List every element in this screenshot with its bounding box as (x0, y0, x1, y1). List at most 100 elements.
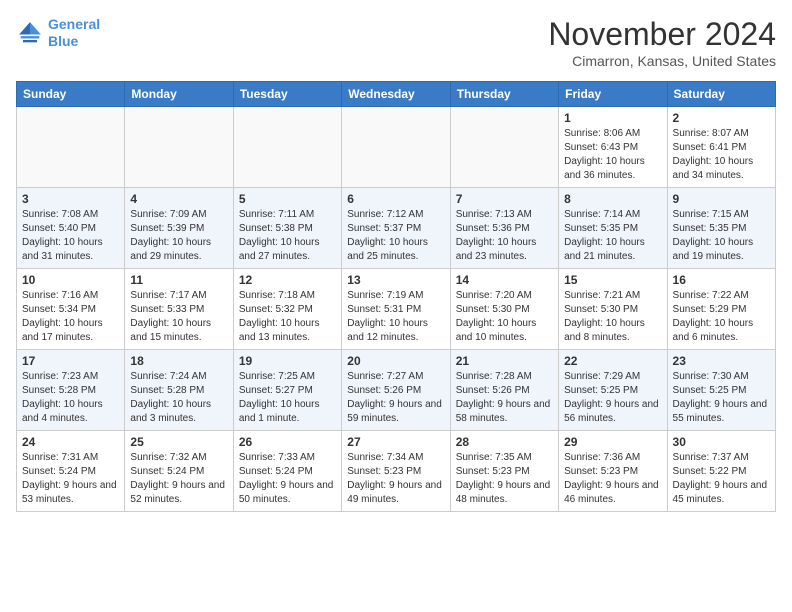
day-info: Sunrise: 7:19 AM Sunset: 5:31 PM Dayligh… (347, 289, 444, 345)
day-info: Sunrise: 7:13 AM Sunset: 5:36 PM Dayligh… (456, 208, 553, 264)
day-number: 5 (239, 192, 336, 206)
calendar-cell: 10Sunrise: 7:16 AM Sunset: 5:34 PM Dayli… (17, 269, 125, 350)
day-number: 17 (22, 354, 119, 368)
day-number: 24 (22, 435, 119, 449)
calendar-cell: 24Sunrise: 7:31 AM Sunset: 5:24 PM Dayli… (17, 431, 125, 512)
calendar-cell (125, 107, 233, 188)
calendar-cell: 17Sunrise: 7:23 AM Sunset: 5:28 PM Dayli… (17, 350, 125, 431)
calendar-cell: 25 Sunrise: 7:32 AM Sunset: 5:24 PM Dayli… (125, 431, 233, 512)
day-number: 13 (347, 273, 444, 287)
calendar-cell (450, 107, 558, 188)
calendar-cell: 9 Sunrise: 7:15 AM Sunset: 5:35 PM Daylig… (667, 188, 775, 269)
day-info: Sunrise: 7:08 AM Sunset: 5:40 PM Dayligh… (22, 208, 119, 264)
day-number: 28 (456, 435, 553, 449)
day-number: 30 (673, 435, 770, 449)
day-info: Sunrise: 7:37 AM Sunset: 5:22 PM Dayligh… (673, 451, 770, 507)
day-header-tuesday: Tuesday (233, 82, 341, 107)
day-info: Sunrise: 7:11 AM Sunset: 5:38 PM Dayligh… (239, 208, 336, 264)
calendar-cell: 20Sunrise: 7:27 AM Sunset: 5:26 PM Dayli… (342, 350, 450, 431)
day-info: Sunrise: 7:18 AM Sunset: 5:32 PM Dayligh… (239, 289, 336, 345)
day-number: 15 (564, 273, 661, 287)
calendar-cell: 18 Sunrise: 7:24 AM Sunset: 5:28 PM Dayli… (125, 350, 233, 431)
calendar-cell (17, 107, 125, 188)
day-info: Sunrise: 7:20 AM Sunset: 5:30 PM Dayligh… (456, 289, 553, 345)
calendar-cell: 16 Sunrise: 7:22 AM Sunset: 5:29 PM Dayli… (667, 269, 775, 350)
day-number: 4 (130, 192, 227, 206)
day-info: Sunrise: 7:15 AM Sunset: 5:35 PM Dayligh… (673, 208, 770, 264)
day-info: Sunrise: 7:30 AM Sunset: 5:25 PM Dayligh… (673, 370, 770, 426)
calendar-cell: 27 Sunrise: 7:34 AM Sunset: 5:23 PM Dayli… (342, 431, 450, 512)
day-number: 1 (564, 111, 661, 125)
calendar-cell: 8 Sunrise: 7:14 AM Sunset: 5:35 PM Daylig… (559, 188, 667, 269)
day-number: 18 (130, 354, 227, 368)
logo: General Blue (16, 16, 100, 50)
day-info: Sunrise: 7:36 AM Sunset: 5:23 PM Dayligh… (564, 451, 661, 507)
logo-general: General (48, 16, 100, 32)
calendar-cell: 29 Sunrise: 7:36 AM Sunset: 5:23 PM Dayli… (559, 431, 667, 512)
day-header-wednesday: Wednesday (342, 82, 450, 107)
day-info: Sunrise: 7:21 AM Sunset: 5:30 PM Dayligh… (564, 289, 661, 345)
day-number: 27 (347, 435, 444, 449)
day-number: 6 (347, 192, 444, 206)
day-info: Sunrise: 7:33 AM Sunset: 5:24 PM Dayligh… (239, 451, 336, 507)
calendar-cell: 4 Sunrise: 7:09 AM Sunset: 5:39 PM Daylig… (125, 188, 233, 269)
logo-icon (16, 19, 44, 47)
month-title: November 2024 (548, 16, 776, 53)
calendar-cell: 6Sunrise: 7:12 AM Sunset: 5:37 PM Daylig… (342, 188, 450, 269)
day-number: 11 (130, 273, 227, 287)
day-info: Sunrise: 7:17 AM Sunset: 5:33 PM Dayligh… (130, 289, 227, 345)
calendar-cell: 30 Sunrise: 7:37 AM Sunset: 5:22 PM Dayli… (667, 431, 775, 512)
week-row-1: 1Sunrise: 8:06 AM Sunset: 6:43 PM Daylig… (17, 107, 776, 188)
calendar-cell: 1Sunrise: 8:06 AM Sunset: 6:43 PM Daylig… (559, 107, 667, 188)
day-header-monday: Monday (125, 82, 233, 107)
calendar-cell: 12 Sunrise: 7:18 AM Sunset: 5:32 PM Dayli… (233, 269, 341, 350)
week-row-4: 17Sunrise: 7:23 AM Sunset: 5:28 PM Dayli… (17, 350, 776, 431)
logo-blue: Blue (48, 33, 78, 49)
day-number: 8 (564, 192, 661, 206)
location-text: Cimarron, Kansas, United States (548, 53, 776, 69)
day-info: Sunrise: 7:14 AM Sunset: 5:35 PM Dayligh… (564, 208, 661, 264)
day-info: Sunrise: 7:35 AM Sunset: 5:23 PM Dayligh… (456, 451, 553, 507)
day-number: 26 (239, 435, 336, 449)
day-info: Sunrise: 7:24 AM Sunset: 5:28 PM Dayligh… (130, 370, 227, 426)
day-info: Sunrise: 7:34 AM Sunset: 5:23 PM Dayligh… (347, 451, 444, 507)
day-number: 16 (673, 273, 770, 287)
day-info: Sunrise: 7:25 AM Sunset: 5:27 PM Dayligh… (239, 370, 336, 426)
day-header-friday: Friday (559, 82, 667, 107)
day-header-thursday: Thursday (450, 82, 558, 107)
logo-text: General Blue (48, 16, 100, 50)
day-number: 21 (456, 354, 553, 368)
day-header-saturday: Saturday (667, 82, 775, 107)
week-row-5: 24Sunrise: 7:31 AM Sunset: 5:24 PM Dayli… (17, 431, 776, 512)
calendar-cell: 28 Sunrise: 7:35 AM Sunset: 5:23 PM Dayli… (450, 431, 558, 512)
calendar-cell (233, 107, 341, 188)
day-number: 14 (456, 273, 553, 287)
day-number: 9 (673, 192, 770, 206)
day-info: Sunrise: 7:27 AM Sunset: 5:26 PM Dayligh… (347, 370, 444, 426)
day-number: 29 (564, 435, 661, 449)
calendar-cell: 2Sunrise: 8:07 AM Sunset: 6:41 PM Daylig… (667, 107, 775, 188)
page-header: General Blue November 2024 Cimarron, Kan… (16, 16, 776, 69)
day-number: 12 (239, 273, 336, 287)
day-number: 7 (456, 192, 553, 206)
day-info: Sunrise: 7:09 AM Sunset: 5:39 PM Dayligh… (130, 208, 227, 264)
day-info: Sunrise: 7:32 AM Sunset: 5:24 PM Dayligh… (130, 451, 227, 507)
week-row-3: 10Sunrise: 7:16 AM Sunset: 5:34 PM Dayli… (17, 269, 776, 350)
calendar-cell (342, 107, 450, 188)
calendar-header-row: SundayMondayTuesdayWednesdayThursdayFrid… (17, 82, 776, 107)
day-header-sunday: Sunday (17, 82, 125, 107)
day-info: Sunrise: 7:16 AM Sunset: 5:34 PM Dayligh… (22, 289, 119, 345)
day-number: 19 (239, 354, 336, 368)
calendar-cell: 7 Sunrise: 7:13 AM Sunset: 5:36 PM Daylig… (450, 188, 558, 269)
calendar-cell: 3Sunrise: 7:08 AM Sunset: 5:40 PM Daylig… (17, 188, 125, 269)
day-info: Sunrise: 7:28 AM Sunset: 5:26 PM Dayligh… (456, 370, 553, 426)
day-info: Sunrise: 7:22 AM Sunset: 5:29 PM Dayligh… (673, 289, 770, 345)
calendar-cell: 5 Sunrise: 7:11 AM Sunset: 5:38 PM Daylig… (233, 188, 341, 269)
calendar-table: SundayMondayTuesdayWednesdayThursdayFrid… (16, 81, 776, 512)
title-block: November 2024 Cimarron, Kansas, United S… (548, 16, 776, 69)
calendar-cell: 14 Sunrise: 7:20 AM Sunset: 5:30 PM Dayli… (450, 269, 558, 350)
day-number: 25 (130, 435, 227, 449)
calendar-cell: 21 Sunrise: 7:28 AM Sunset: 5:26 PM Dayli… (450, 350, 558, 431)
calendar-cell: 22Sunrise: 7:29 AM Sunset: 5:25 PM Dayli… (559, 350, 667, 431)
week-row-2: 3Sunrise: 7:08 AM Sunset: 5:40 PM Daylig… (17, 188, 776, 269)
